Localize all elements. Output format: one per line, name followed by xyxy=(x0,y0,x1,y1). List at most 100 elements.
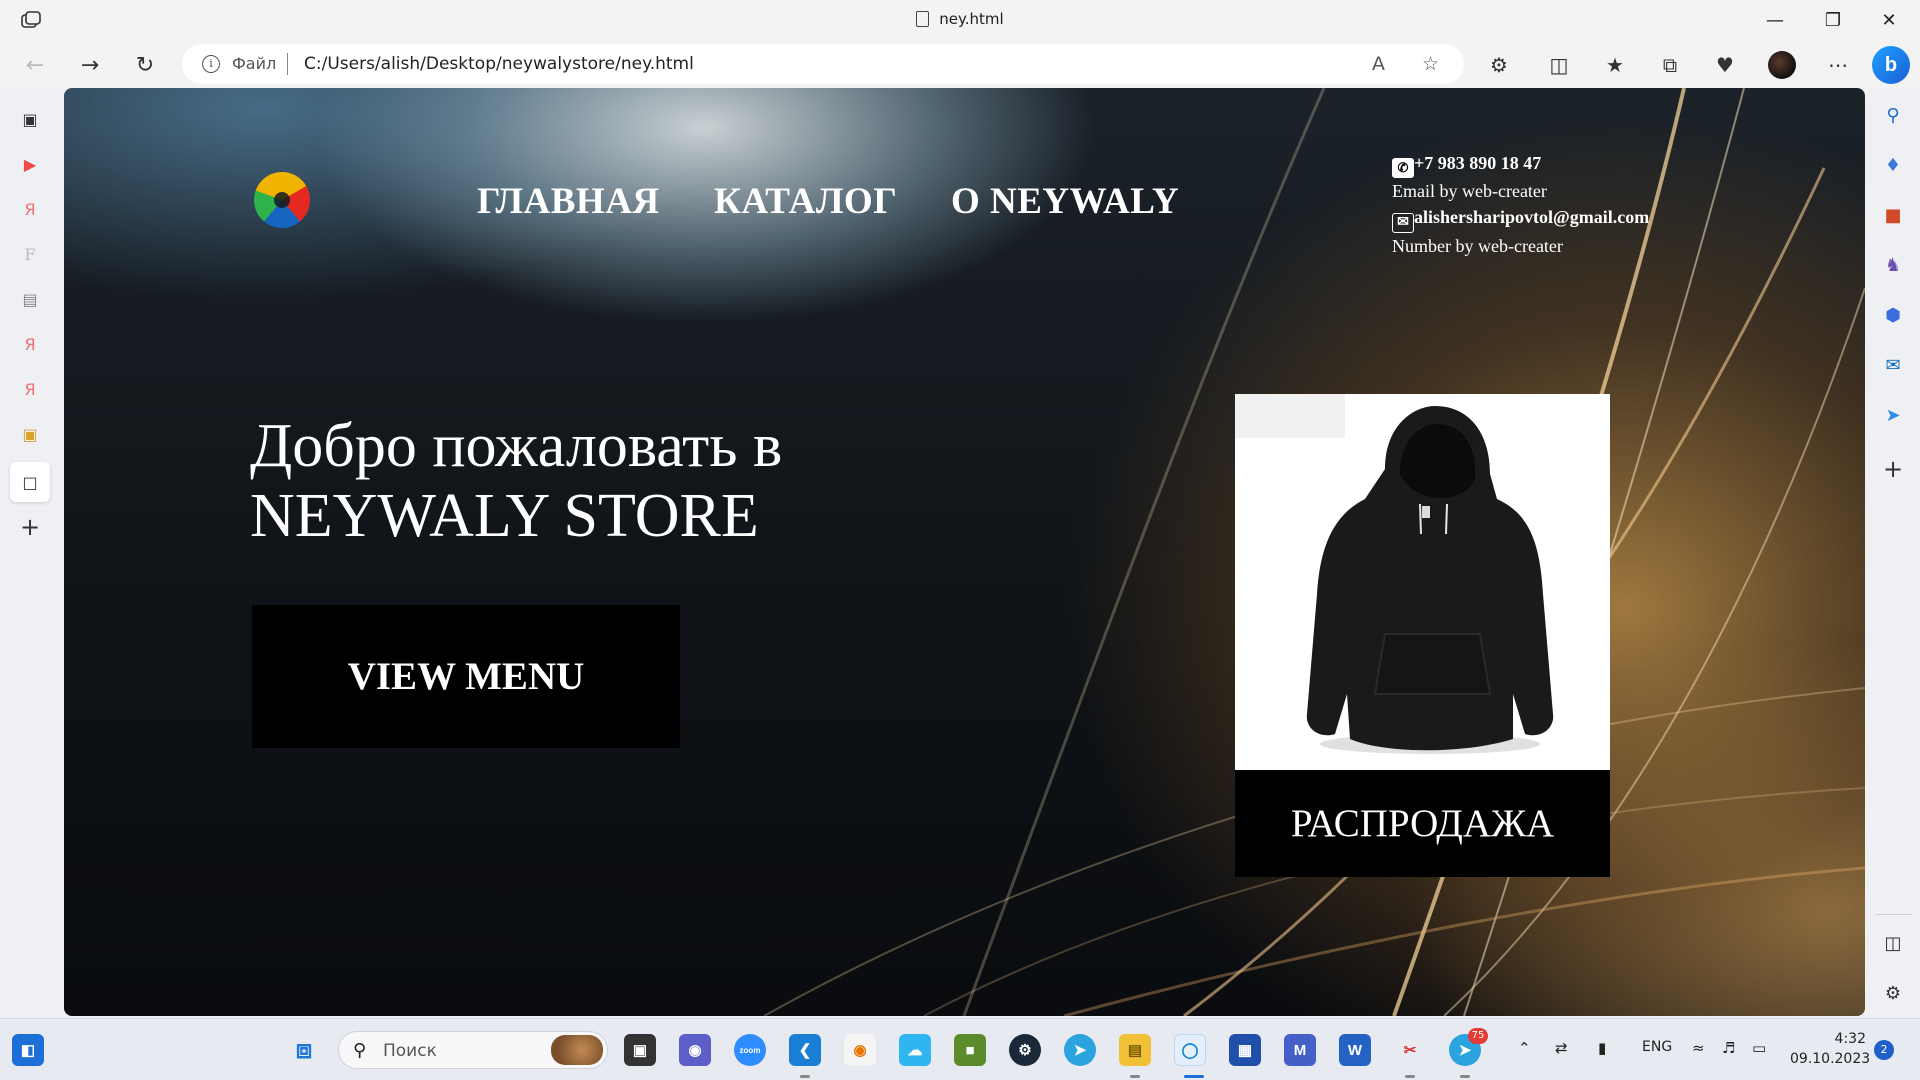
task-view-icon[interactable]: ▣ xyxy=(624,1034,656,1066)
zoom-app-icon[interactable]: zoom xyxy=(734,1034,766,1066)
search-magnifier-icon: ⚲ xyxy=(353,1040,367,1061)
site-logo[interactable] xyxy=(254,172,310,228)
image-corner-patch xyxy=(1235,394,1345,438)
yandex-tab-icon-3[interactable]: Я xyxy=(15,374,45,404)
browser-essentials-icon[interactable]: ♥ xyxy=(1710,50,1740,80)
email-row: ✉ alishersharipovtol@gmail.com xyxy=(1392,204,1649,233)
file-explorer-icon[interactable]: ▤ xyxy=(1119,1034,1151,1066)
vscode-icon[interactable]: ❮ xyxy=(789,1034,821,1066)
windows-start-icon[interactable]: ⧈ xyxy=(288,1034,320,1066)
active-tab-document-icon[interactable]: □ xyxy=(10,462,50,502)
snipping-running-indicator xyxy=(1405,1075,1415,1078)
page-viewport: ГЛАВНАЯ КАТАЛОГ О NEYWALY ✆ +7 983 890 18… xyxy=(64,88,1865,1016)
black-hoodie-illustration xyxy=(1306,406,1554,754)
taskbar-search[interactable]: ⚲ Поиск xyxy=(338,1031,608,1069)
extensions-icon[interactable]: ⚙ xyxy=(1484,50,1514,80)
refresh-button[interactable]: ↻ xyxy=(128,48,162,82)
search-highlight-image xyxy=(551,1035,603,1065)
collections-icon[interactable]: ⧉ xyxy=(1655,50,1685,80)
restore-button[interactable]: ❐ xyxy=(1810,6,1856,34)
outlook-icon[interactable]: ✉ xyxy=(1878,350,1908,380)
more-menu-icon[interactable]: ⋯ xyxy=(1823,50,1853,80)
telegram-icon[interactable]: ➤ xyxy=(1064,1034,1096,1066)
microsoft-365-icon[interactable]: ⬢ xyxy=(1878,300,1908,330)
search-placeholder: Поиск xyxy=(383,1041,437,1061)
mail-app-icon[interactable]: M xyxy=(1284,1034,1316,1066)
favorite-star-icon[interactable]: ☆ xyxy=(1422,53,1439,75)
new-tab-plus-icon[interactable]: + xyxy=(15,512,45,542)
info-icon[interactable]: i xyxy=(202,55,220,73)
read-aloud-icon[interactable]: A xyxy=(1372,53,1385,75)
edge-browser-icon[interactable]: ◯ xyxy=(1174,1034,1206,1066)
clock-time: 4:32 xyxy=(1834,1031,1866,1047)
skype-like-app-icon[interactable]: ☁ xyxy=(899,1034,931,1066)
tab-title[interactable]: ney.html xyxy=(0,10,1920,28)
phone-number[interactable]: +7 983 890 18 47 xyxy=(1414,153,1541,173)
tools-briefcase-icon[interactable]: ■ xyxy=(1878,200,1908,230)
image-tab-icon[interactable]: ▣ xyxy=(15,419,45,449)
close-button[interactable]: ✕ xyxy=(1866,6,1912,34)
games-chess-icon[interactable]: ♞ xyxy=(1878,250,1908,280)
profile-avatar[interactable] xyxy=(1768,51,1796,79)
explorer-running-indicator xyxy=(1130,1075,1140,1078)
performance-meter-icon[interactable]: ▮ xyxy=(1598,1039,1606,1057)
browser-title-bar: ney.html — ❐ ✕ xyxy=(0,0,1920,40)
address-url[interactable]: C:/Users/alish/Desktop/neywalystore/ney.… xyxy=(304,54,694,74)
sidebar-settings-gear-icon[interactable]: ⚙ xyxy=(1878,978,1908,1008)
back-button[interactable]: ← xyxy=(18,48,52,82)
file-tab-icon[interactable]: ▤ xyxy=(15,284,45,314)
favorites-icon[interactable]: ★ xyxy=(1600,50,1630,80)
drop-send-icon[interactable]: ➤ xyxy=(1878,400,1908,430)
hide-sidebar-icon[interactable]: ◫ xyxy=(1878,928,1908,958)
notification-count-badge[interactable]: 2 xyxy=(1874,1040,1894,1060)
address-separator xyxy=(287,53,288,75)
vscode-running-indicator xyxy=(800,1075,810,1078)
language-indicator[interactable]: ENG xyxy=(1642,1039,1672,1055)
network-activity-icon[interactable]: ⇄ xyxy=(1555,1039,1568,1057)
sale-product-card[interactable]: РАСПРОДАЖА xyxy=(1235,394,1610,877)
blender-icon[interactable]: ◉ xyxy=(844,1034,876,1066)
view-menu-button[interactable]: VIEW MENU xyxy=(252,605,680,748)
show-hidden-icons-chevron[interactable]: ⌃ xyxy=(1518,1039,1531,1057)
system-clock[interactable]: 4:32 09.10.2023 xyxy=(1790,1029,1870,1069)
sidebar-divider xyxy=(1876,914,1912,915)
microsoft-store-icon[interactable]: ▦ xyxy=(1229,1034,1261,1066)
vertical-tabs-sidebar: ▣ ▶ Я F ▤ Я Я ▣ □ + xyxy=(0,88,62,1018)
sale-label[interactable]: РАСПРОДАЖА xyxy=(1235,770,1610,877)
address-bar[interactable]: i Файл C:/Users/alish/Desktop/neywalysto… xyxy=(182,44,1464,84)
minimize-button[interactable]: — xyxy=(1752,6,1798,34)
shopping-tag-icon[interactable]: ♦ xyxy=(1878,150,1908,180)
telegram-unread-badge: 75 xyxy=(1468,1028,1488,1044)
address-file-label: Файл xyxy=(232,54,277,73)
f-tab-icon[interactable]: F xyxy=(15,239,45,269)
steam-icon[interactable]: ⚙ xyxy=(1009,1034,1041,1066)
widgets-icon[interactable]: ◧ xyxy=(12,1034,44,1066)
nav-link-about[interactable]: О NEYWALY xyxy=(951,180,1179,223)
split-screen-icon[interactable]: ◫ xyxy=(1544,50,1574,80)
youtube-tab-icon[interactable]: ▶ xyxy=(15,149,45,179)
bing-copilot-icon[interactable]: b xyxy=(1872,46,1910,84)
battery-icon[interactable]: ▭ xyxy=(1752,1039,1766,1057)
nav-link-home[interactable]: ГЛАВНАЯ xyxy=(477,180,660,223)
hero-line-2: NEYWALY STORE xyxy=(250,482,759,550)
edge-active-indicator xyxy=(1184,1075,1204,1078)
hoodie-image[interactable] xyxy=(1235,394,1610,770)
minecraft-icon[interactable]: ■ xyxy=(954,1034,986,1066)
teams-chat-icon[interactable]: ◉ xyxy=(679,1034,711,1066)
yandex-tab-icon[interactable]: Я xyxy=(15,194,45,224)
volume-icon[interactable]: ♬ xyxy=(1722,1039,1735,1057)
snipping-tool-icon[interactable]: ✂ xyxy=(1394,1034,1426,1066)
yandex-tab-icon-2[interactable]: Я xyxy=(15,329,45,359)
forward-button[interactable]: → xyxy=(73,48,107,82)
add-sidebar-app-icon[interactable]: + xyxy=(1878,454,1908,484)
windows-taskbar: ◧ ⧈ ⚲ Поиск ▣ ◉ zoom ❮ ◉ ☁ ■ ⚙ ➤ ▤ ◯ ▦ M… xyxy=(0,1018,1920,1080)
nav-link-catalog[interactable]: КАТАЛОГ xyxy=(714,180,897,223)
document-icon xyxy=(916,11,930,27)
hero-heading: Добро пожаловать в NEYWALY STORE xyxy=(250,411,950,551)
word-document-icon[interactable]: W xyxy=(1339,1034,1371,1066)
wifi-icon[interactable]: ≈ xyxy=(1692,1039,1705,1057)
email-address[interactable]: alishersharipovtol@gmail.com xyxy=(1414,207,1649,227)
tab-actions-icon[interactable]: ▣ xyxy=(15,104,45,134)
search-icon[interactable]: ⚲ xyxy=(1878,100,1908,130)
phone-row: ✆ +7 983 890 18 47 xyxy=(1392,150,1649,178)
